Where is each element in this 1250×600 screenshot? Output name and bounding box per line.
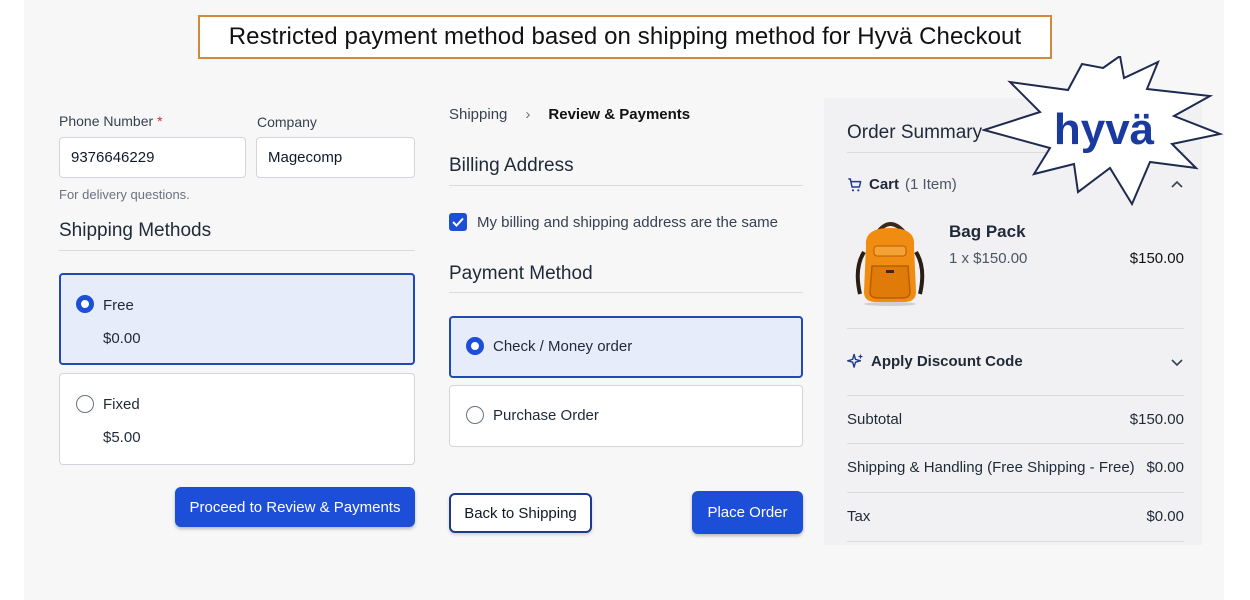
divider (449, 185, 803, 186)
radio-unselected[interactable] (76, 395, 94, 413)
subtotal-value: $150.00 (1129, 411, 1184, 428)
proceed-to-review-button[interactable]: Proceed to Review & Payments (175, 487, 415, 527)
cart-icon (848, 177, 862, 191)
phone-label: Phone Number * (59, 113, 163, 129)
check-icon (452, 217, 464, 227)
payment-option-title: Check / Money order (493, 338, 633, 355)
shipping-option-price: $5.00 (103, 429, 141, 446)
billing-address-heading: Billing Address (449, 155, 574, 176)
shipping-option-title: Fixed (103, 396, 140, 413)
shipping-handling-label: Shipping & Handling (Free Shipping - Fre… (847, 459, 1135, 476)
divider (59, 250, 415, 251)
breadcrumb-current: Review & Payments (548, 106, 691, 123)
radio-selected[interactable] (76, 295, 94, 313)
shipping-option-fixed[interactable]: Fixed $5.00 (59, 373, 415, 465)
payment-option-title: Purchase Order (493, 407, 599, 424)
company-input[interactable]: Magecomp (256, 137, 415, 178)
tax-value: $0.00 (1146, 508, 1184, 525)
payment-method-heading: Payment Method (449, 263, 593, 284)
required-marker: * (157, 113, 163, 129)
sparkle-icon (847, 353, 864, 368)
breadcrumb-separator: › (525, 106, 531, 123)
hyva-logo-starburst: hyvä (982, 56, 1224, 206)
page-banner-title: Restricted payment method based on shipp… (198, 15, 1052, 59)
item-total: $150.00 (1129, 250, 1184, 267)
payment-option-checkmo[interactable]: Check / Money order (449, 316, 803, 378)
cart-label: Cart (869, 176, 900, 193)
breadcrumb: Shipping › Review & Payments (449, 106, 690, 123)
cart-toggle[interactable]: Cart (1 Item) (847, 176, 957, 193)
discount-label: Apply Discount Code (871, 353, 1023, 370)
shipping-handling-value: $0.00 (1146, 459, 1184, 476)
breadcrumb-shipping[interactable]: Shipping (449, 106, 507, 123)
shipping-option-free[interactable]: Free $0.00 (59, 273, 415, 365)
divider (449, 292, 803, 293)
tax-label: Tax (847, 508, 871, 525)
divider (847, 328, 1184, 329)
chevron-down-icon[interactable] (1170, 358, 1184, 367)
hyva-logo-text: hyvä (1054, 105, 1155, 154)
divider (847, 395, 1184, 396)
divider (847, 541, 1184, 542)
divider (847, 443, 1184, 444)
order-summary-heading: Order Summary (847, 122, 983, 143)
radio-selected[interactable] (466, 337, 484, 355)
same-address-label[interactable]: My billing and shipping address are the … (477, 214, 778, 231)
payment-option-purchase-order[interactable]: Purchase Order (449, 385, 803, 447)
discount-toggle[interactable]: Apply Discount Code (847, 353, 1023, 370)
divider (847, 492, 1184, 493)
shipping-option-price: $0.00 (103, 330, 141, 347)
item-name: Bag Pack (949, 222, 1026, 241)
place-order-button[interactable]: Place Order (692, 491, 803, 534)
phone-hint: For delivery questions. (59, 187, 190, 202)
phone-input[interactable]: 9376646229 (59, 137, 246, 178)
item-qty-price: 1 x $150.00 (949, 250, 1028, 267)
subtotal-label: Subtotal (847, 411, 903, 428)
back-to-shipping-button[interactable]: Back to Shipping (449, 493, 592, 533)
radio-unselected[interactable] (466, 406, 484, 424)
same-address-checkbox[interactable] (449, 213, 467, 231)
backpack-icon (855, 222, 925, 306)
shipping-option-title: Free (103, 297, 134, 314)
cart-count: (1 Item) (905, 176, 957, 193)
phone-label-text: Phone Number (59, 113, 154, 129)
company-label: Company (257, 114, 317, 130)
shipping-methods-heading: Shipping Methods (59, 220, 212, 241)
